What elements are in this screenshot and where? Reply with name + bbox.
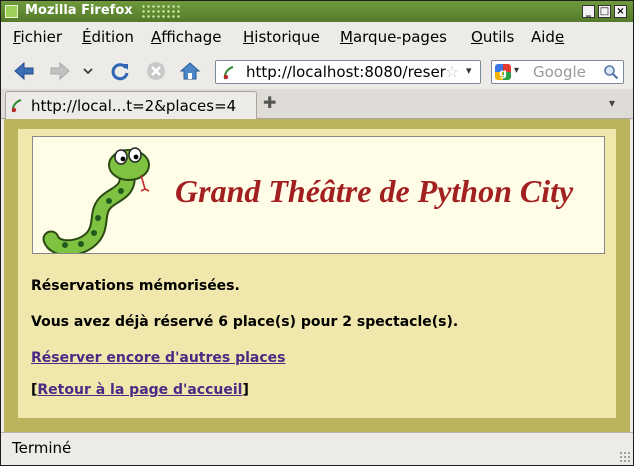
menu-affichage[interactable]: Affichage bbox=[151, 28, 221, 46]
menu-fichier[interactable]: Fichier bbox=[13, 28, 62, 46]
page-body: Grand Théâtre de Python City Réservation… bbox=[18, 129, 616, 418]
home-icon[interactable] bbox=[179, 60, 201, 82]
back-icon[interactable] bbox=[13, 60, 35, 82]
tab-bar: http://local...t=2&places=4 ✚ ▾ bbox=[1, 89, 633, 119]
firefox-app-icon bbox=[5, 5, 18, 18]
url-dropdown-icon[interactable]: ▾ bbox=[466, 64, 472, 77]
status-text: Terminé bbox=[12, 439, 72, 457]
menu-bar: Fichier Édition Affichage Historique Mar… bbox=[1, 22, 633, 51]
all-tabs-icon[interactable]: ▾ bbox=[609, 96, 615, 110]
window-title: Mozilla Firefox bbox=[25, 3, 133, 18]
forward-icon[interactable] bbox=[49, 60, 71, 82]
python-snake-logo bbox=[42, 147, 150, 253]
svg-text:g: g bbox=[499, 67, 507, 80]
resize-grip[interactable] bbox=[619, 451, 631, 463]
title-bar[interactable]: Mozilla Firefox _ □ × bbox=[1, 1, 633, 22]
google-engine-icon[interactable]: g bbox=[495, 64, 511, 80]
page-viewport: Grand Théâtre de Python City Réservation… bbox=[4, 119, 630, 432]
banner: Grand Théâtre de Python City bbox=[32, 136, 605, 254]
reservation-summary: Vous avez déjà réservé 6 place(s) pour 2… bbox=[31, 314, 459, 330]
tab-current[interactable]: http://local...t=2&places=4 bbox=[5, 91, 257, 119]
bookmark-star-icon[interactable]: ☆ bbox=[445, 62, 459, 81]
browser-window: Mozilla Firefox _ □ × Fichier Édition Af… bbox=[0, 0, 634, 466]
navigation-toolbar: http://localhost:8080/reserver ☆ ▾ g ▾ G… bbox=[1, 51, 633, 89]
status-bar: Terminé bbox=[1, 432, 633, 465]
menu-outils[interactable]: Outils bbox=[471, 28, 514, 46]
url-bar[interactable]: http://localhost:8080/reserver ☆ ▾ bbox=[215, 60, 481, 84]
close-button[interactable]: × bbox=[614, 5, 627, 18]
tab-favicon-icon bbox=[11, 99, 22, 113]
maximize-button[interactable]: □ bbox=[598, 5, 611, 18]
menu-historique[interactable]: Historique bbox=[243, 28, 320, 46]
reserve-more-container: Réserver encore d'autres places bbox=[31, 350, 285, 366]
engine-dropdown-icon[interactable]: ▾ bbox=[514, 65, 519, 76]
bracket-close: ] bbox=[242, 382, 249, 398]
home-link[interactable]: Retour à la page d'accueil bbox=[37, 382, 242, 398]
confirmation-message: Réservations mémorisées. bbox=[31, 278, 240, 294]
menu-marque-pages[interactable]: Marque-pages bbox=[340, 28, 447, 46]
history-dropdown-icon[interactable] bbox=[80, 60, 96, 82]
url-text[interactable]: http://localhost:8080/reserver bbox=[246, 63, 446, 81]
menu-aide[interactable]: Aide bbox=[531, 28, 564, 46]
stop-icon[interactable] bbox=[145, 60, 167, 82]
search-bar[interactable]: g ▾ Google bbox=[491, 60, 624, 84]
banner-title: Grand Théâtre de Python City bbox=[175, 173, 574, 209]
tab-label: http://local...t=2&places=4 bbox=[31, 97, 237, 115]
search-input[interactable]: Google bbox=[533, 63, 586, 81]
reload-icon[interactable] bbox=[109, 60, 131, 82]
minimize-button[interactable]: _ bbox=[582, 5, 595, 18]
titlebar-grip-decoration bbox=[141, 4, 181, 19]
favicon-icon bbox=[223, 66, 234, 80]
search-icon[interactable] bbox=[603, 64, 619, 80]
menu-edition[interactable]: Édition bbox=[82, 28, 134, 46]
home-link-container: [Retour à la page d'accueil] bbox=[31, 382, 249, 398]
new-tab-icon[interactable]: ✚ bbox=[263, 93, 276, 112]
reserve-more-link[interactable]: Réserver encore d'autres places bbox=[31, 350, 285, 366]
